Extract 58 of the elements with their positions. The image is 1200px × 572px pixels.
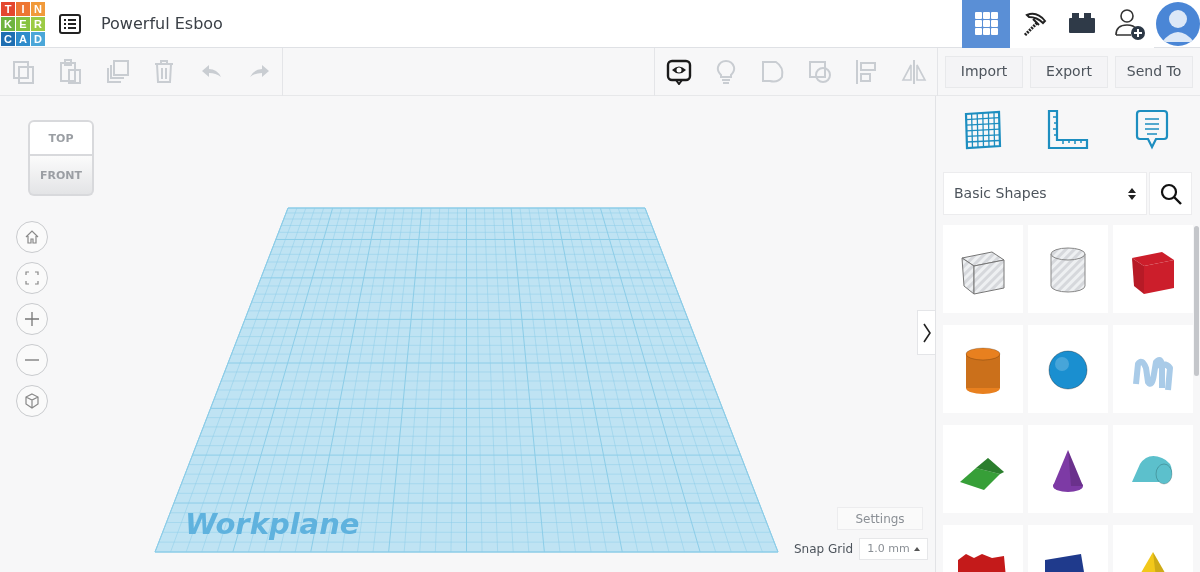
- paste-icon: [57, 58, 84, 85]
- mirror-icon: [900, 58, 927, 85]
- sort-icon: [1128, 187, 1136, 200]
- action-button[interactable]: Import: [945, 55, 1023, 88]
- shape-tile[interactable]: [1028, 425, 1108, 513]
- copy-icon: [10, 58, 37, 85]
- zoom-in-button[interactable]: [16, 303, 48, 335]
- logo-letter: D: [31, 32, 45, 46]
- cylinder-hole-drawing: [1050, 247, 1086, 293]
- fit-button[interactable]: [16, 262, 48, 294]
- zoom-out-button[interactable]: [16, 344, 48, 376]
- brick-icon: [1068, 12, 1096, 35]
- design-title: Powerful Esboo: [101, 12, 223, 35]
- notes-icon: [665, 58, 692, 85]
- hole-icon: [806, 58, 833, 85]
- box-hole-drawing: [961, 251, 1005, 295]
- duplicate-icon: [104, 58, 131, 85]
- action-button[interactable]: Send To: [1115, 55, 1193, 88]
- action-button[interactable]: Export: [1030, 55, 1108, 88]
- workplane-label: Workplane: [185, 507, 360, 541]
- solid-icon: [759, 58, 786, 85]
- logo-letter: C: [1, 32, 15, 46]
- shape-category-select[interactable]: Basic Shapes: [943, 172, 1147, 215]
- logo-letter: R: [31, 17, 45, 31]
- grid-icon: [974, 12, 998, 35]
- logo-letter: K: [1, 17, 15, 31]
- shape-tile[interactable]: [1113, 425, 1193, 513]
- shape-tile[interactable]: [1113, 225, 1193, 313]
- scrollbar[interactable]: [1194, 226, 1199, 376]
- note-icon: [1135, 109, 1169, 151]
- logo-letter: N: [31, 2, 45, 16]
- caret-icon: [914, 547, 921, 551]
- shape-tile[interactable]: [943, 325, 1023, 413]
- shape-tile[interactable]: [1113, 325, 1193, 413]
- home-button[interactable]: [16, 221, 48, 253]
- shape-tile[interactable]: [1028, 325, 1108, 413]
- list-icon: [59, 13, 81, 34]
- shape-tile[interactable]: [1028, 225, 1108, 313]
- snap-grid-label: Snap Grid: [794, 541, 854, 558]
- ruler-icon: [1045, 109, 1090, 151]
- logo-letter: I: [16, 2, 30, 16]
- shape-tile[interactable]: [943, 225, 1023, 313]
- avatar[interactable]: [1156, 2, 1200, 46]
- add-user-icon: [1113, 6, 1147, 41]
- zoom-in-icon: [24, 311, 40, 327]
- collapse-panel-button[interactable]: [917, 310, 935, 355]
- logo-letter: T: [1, 2, 15, 16]
- chevron-icon: [922, 322, 931, 343]
- search-button[interactable]: [1149, 172, 1192, 215]
- search-icon: [1159, 182, 1182, 205]
- logo-letter: A: [16, 32, 30, 46]
- logo-letter: E: [16, 17, 30, 31]
- cube-icon: [24, 393, 40, 409]
- fit-view-icon: [24, 270, 40, 286]
- workplane-grid-icon: [963, 109, 1003, 151]
- home-icon: [24, 229, 40, 245]
- shape-tile[interactable]: [943, 425, 1023, 513]
- ortho-button[interactable]: [16, 385, 48, 417]
